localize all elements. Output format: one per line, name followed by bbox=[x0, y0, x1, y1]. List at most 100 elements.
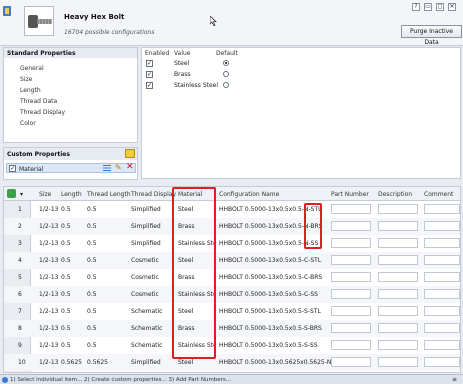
refresh-icon[interactable] bbox=[7, 189, 16, 198]
table-row[interactable]: 8 1/2-13 0.5 0.5 Schematic Brass HHBOLT 0.5000… bbox=[4, 320, 460, 337]
cell-length: 0.5625 bbox=[61, 359, 82, 366]
property-values-panel: Enabled Value Default ✓ Steel ✓ Brass ✓ … bbox=[141, 47, 461, 179]
part-number-input[interactable] bbox=[331, 204, 371, 214]
configuration-count: 16704 possible configurations bbox=[64, 29, 155, 36]
description-input[interactable] bbox=[378, 255, 418, 265]
table-row[interactable]: 4 1/2-13 0.5 0.5 Cosmetic Steel HHBOLT 0.5000-… bbox=[4, 252, 460, 269]
comment-input[interactable] bbox=[424, 340, 460, 350]
status-expand-icon[interactable]: ≡ bbox=[452, 376, 457, 383]
comment-input[interactable] bbox=[424, 238, 460, 248]
close-icon[interactable]: ✕ bbox=[448, 3, 456, 11]
table-row[interactable]: 7 1/2-13 0.5 0.5 Schematic Steel HHBOLT 0.5000… bbox=[4, 303, 460, 320]
header-bar: Heavy Hex Bolt 16704 possible configurat… bbox=[0, 0, 463, 46]
purge-inactive-data-button[interactable]: Purge Inactive Data bbox=[401, 25, 462, 46]
col-part-number[interactable]: Part Number bbox=[331, 191, 369, 198]
col-description[interactable]: Description bbox=[378, 191, 412, 198]
restore-icon[interactable]: ◻ bbox=[436, 3, 444, 11]
std-item-color[interactable]: Color bbox=[20, 120, 36, 127]
enabled-checkbox-stainless[interactable]: ✓ bbox=[146, 82, 153, 89]
col-length[interactable]: Length bbox=[61, 191, 82, 198]
comment-input[interactable] bbox=[424, 221, 460, 231]
comment-input[interactable] bbox=[424, 255, 460, 265]
material-checkbox[interactable]: ✓ bbox=[9, 165, 16, 172]
table-row[interactable]: 31/2-130.50.5SimplifiedStainless SteelHH… bbox=[4, 235, 460, 252]
cell-row-number: 9 bbox=[18, 342, 22, 349]
app-icon bbox=[3, 6, 11, 16]
comment-input[interactable] bbox=[424, 204, 460, 214]
description-input[interactable] bbox=[378, 340, 418, 350]
cell-configuration-name: HHBOLT 0.5000-13x0.5x0.5-C-SS bbox=[219, 291, 318, 298]
add-property-icon[interactable] bbox=[125, 149, 135, 158]
cell-row-number: 2 bbox=[18, 223, 22, 230]
status-bar: 1) Select individual item... 2) Create c… bbox=[0, 374, 463, 384]
suffix-highlight bbox=[304, 203, 322, 249]
table-row[interactable]: 5 1/2-13 0.5 0.5 Cosmetic Brass HHBOLT 0.5000-… bbox=[4, 269, 460, 286]
table-row[interactable]: 2 1/2-13 0.5 0.5 Simplified Brass HHBOLT 0.500… bbox=[4, 218, 460, 235]
table-row[interactable]: 61/2-130.50.5CosmeticStainless SteelHHBO… bbox=[4, 286, 460, 303]
table-row[interactable]: 1 1/2-13 0.5 0.5 Simplified Steel HHBOLT 0.500… bbox=[4, 201, 460, 218]
value-steel: Steel bbox=[174, 60, 190, 67]
cell-thread-display: Simplified bbox=[131, 223, 161, 230]
part-number-input[interactable] bbox=[331, 289, 371, 299]
description-input[interactable] bbox=[378, 221, 418, 231]
cell-configuration-name: HHBOLT 0.5000-13x0.5x0.5-C-BRS bbox=[219, 274, 323, 281]
custom-properties-panel: Custom Properties ✓ Material ✎ ✕ bbox=[3, 147, 138, 180]
part-number-input[interactable] bbox=[331, 340, 371, 350]
part-number-input[interactable] bbox=[331, 221, 371, 231]
default-column-header: Default bbox=[216, 50, 238, 57]
std-item-length[interactable]: Length bbox=[20, 87, 41, 94]
table-row[interactable]: 91/2-130.50.5SchematicStainless SteelHHB… bbox=[4, 337, 460, 354]
comment-input[interactable] bbox=[424, 272, 460, 282]
comment-input[interactable] bbox=[424, 357, 460, 367]
col-configuration-name[interactable]: Configuration Name bbox=[219, 191, 279, 198]
description-input[interactable] bbox=[378, 306, 418, 316]
std-item-size[interactable]: Size bbox=[20, 76, 32, 83]
enabled-checkbox-steel[interactable]: ✓ bbox=[146, 60, 153, 67]
comment-input[interactable] bbox=[424, 323, 460, 333]
description-input[interactable] bbox=[378, 289, 418, 299]
list-values-icon[interactable] bbox=[103, 165, 111, 172]
minimize-icon[interactable]: ▭ bbox=[424, 3, 432, 11]
part-number-input[interactable] bbox=[331, 306, 371, 316]
part-number-input[interactable] bbox=[331, 238, 371, 248]
description-input[interactable] bbox=[378, 204, 418, 214]
description-input[interactable] bbox=[378, 323, 418, 333]
edit-pencil-icon[interactable]: ✎ bbox=[115, 164, 122, 172]
cell-thread-display: Cosmetic bbox=[131, 274, 159, 281]
part-number-input[interactable] bbox=[331, 255, 371, 265]
grid-menu-chevron-icon[interactable]: ▾ bbox=[20, 191, 23, 198]
col-size[interactable]: Size bbox=[39, 191, 51, 198]
description-input[interactable] bbox=[378, 357, 418, 367]
std-item-general[interactable]: General bbox=[20, 65, 44, 72]
enabled-column-header: Enabled bbox=[145, 50, 170, 57]
comment-input[interactable] bbox=[424, 289, 460, 299]
help-icon[interactable]: ? bbox=[412, 3, 420, 11]
cell-row-number: 6 bbox=[18, 291, 22, 298]
enabled-checkbox-brass[interactable]: ✓ bbox=[146, 71, 153, 78]
default-radio-stainless[interactable] bbox=[223, 82, 229, 88]
description-input[interactable] bbox=[378, 238, 418, 248]
bolt-thumbnail-image bbox=[24, 6, 54, 36]
std-item-thread-display[interactable]: Thread Display bbox=[20, 109, 65, 116]
std-item-thread-data[interactable]: Thread Data bbox=[20, 98, 57, 105]
cell-thread-length: 0.5 bbox=[87, 325, 97, 332]
part-number-input[interactable] bbox=[331, 272, 371, 282]
cell-thread-display: Cosmetic bbox=[131, 257, 159, 264]
cell-material: Steel bbox=[178, 359, 194, 366]
value-column-header: Value bbox=[174, 50, 191, 57]
default-radio-steel[interactable] bbox=[223, 60, 229, 66]
custom-property-row[interactable]: ✓ Material ✎ ✕ bbox=[6, 163, 136, 173]
grid-header-row: ▾ Size Length Thread Length Thread Displ… bbox=[4, 187, 460, 201]
col-comment[interactable]: Comment bbox=[424, 191, 453, 198]
table-row[interactable]: 10 1/2-13 0.5625 0.5625 Simplified Steel HHBOL… bbox=[4, 354, 460, 371]
col-thread-length[interactable]: Thread Length bbox=[87, 191, 131, 198]
cell-thread-display: Schematic bbox=[131, 342, 163, 349]
part-number-input[interactable] bbox=[331, 323, 371, 333]
comment-input[interactable] bbox=[424, 306, 460, 316]
col-thread-display[interactable]: Thread Display bbox=[131, 191, 176, 198]
part-number-input[interactable] bbox=[331, 357, 371, 367]
cell-configuration-name: HHBOLT 0.5000-13x0.5x0.5-S-SS bbox=[219, 342, 318, 349]
delete-icon[interactable]: ✕ bbox=[126, 163, 134, 172]
default-radio-brass[interactable] bbox=[223, 71, 229, 77]
description-input[interactable] bbox=[378, 272, 418, 282]
